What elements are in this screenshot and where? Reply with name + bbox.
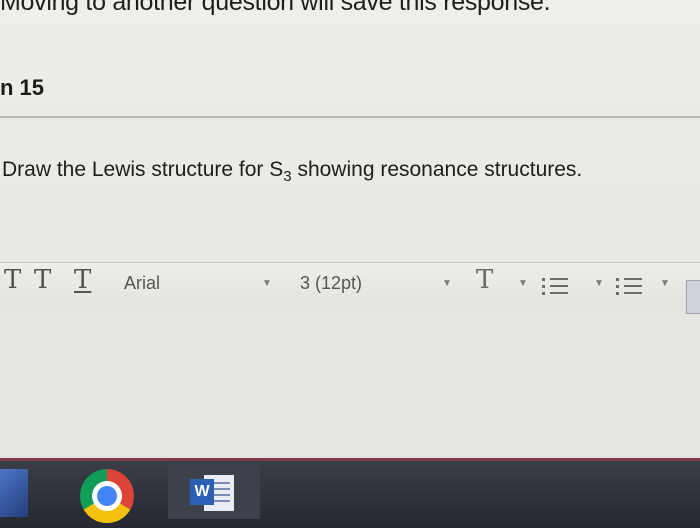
question-number: n 15 — [0, 75, 45, 100]
answer-editor: T T T Arial ▼ 3 (12pt) ▼ T ▼ ▼ ▼ — [0, 262, 700, 460]
chevron-down-icon[interactable]: ▼ — [518, 278, 528, 289]
bullet-list-icon[interactable] — [542, 275, 568, 297]
chevron-down-icon: ▼ — [262, 278, 272, 289]
chevron-down-icon[interactable]: ▼ — [594, 278, 604, 289]
word-badge: W — [190, 479, 214, 505]
app-icon-partial[interactable] — [0, 469, 28, 517]
taskbar: W — [0, 458, 700, 528]
font-size-value: 3 (12pt) — [300, 273, 363, 293]
underline-icon[interactable]: T — [74, 265, 91, 295]
prompt-subscript: 3 — [283, 168, 292, 185]
chevron-down-icon: ▼ — [442, 278, 452, 289]
question-prompt: Draw the Lewis structure for S3 showing … — [2, 158, 582, 185]
strikethrough-text-icon[interactable]: T — [34, 265, 51, 295]
chevron-down-icon[interactable]: ▼ — [660, 278, 670, 289]
font-family-value: Arial — [124, 273, 161, 293]
toolbar-overflow-button[interactable] — [686, 280, 700, 314]
text-color-icon[interactable]: T — [476, 265, 493, 295]
numbered-list-icon[interactable] — [616, 275, 642, 297]
italic-icon[interactable]: T — [4, 265, 21, 295]
editor-toolbar: T T T Arial ▼ 3 (12pt) ▼ T ▼ ▼ ▼ — [0, 263, 700, 311]
assessment-page: Moving to another question will save thi… — [0, 0, 700, 528]
chrome-core — [97, 486, 117, 506]
chrome-icon[interactable] — [80, 469, 134, 523]
word-icon[interactable]: W — [190, 473, 236, 513]
divider — [0, 116, 700, 118]
prompt-text-tail: showing resonance structures. — [291, 158, 583, 181]
save-notice: Moving to another question will save thi… — [0, 0, 551, 16]
prompt-text: Draw the Lewis structure for S — [2, 158, 284, 181]
answer-text-area[interactable] — [0, 311, 700, 459]
